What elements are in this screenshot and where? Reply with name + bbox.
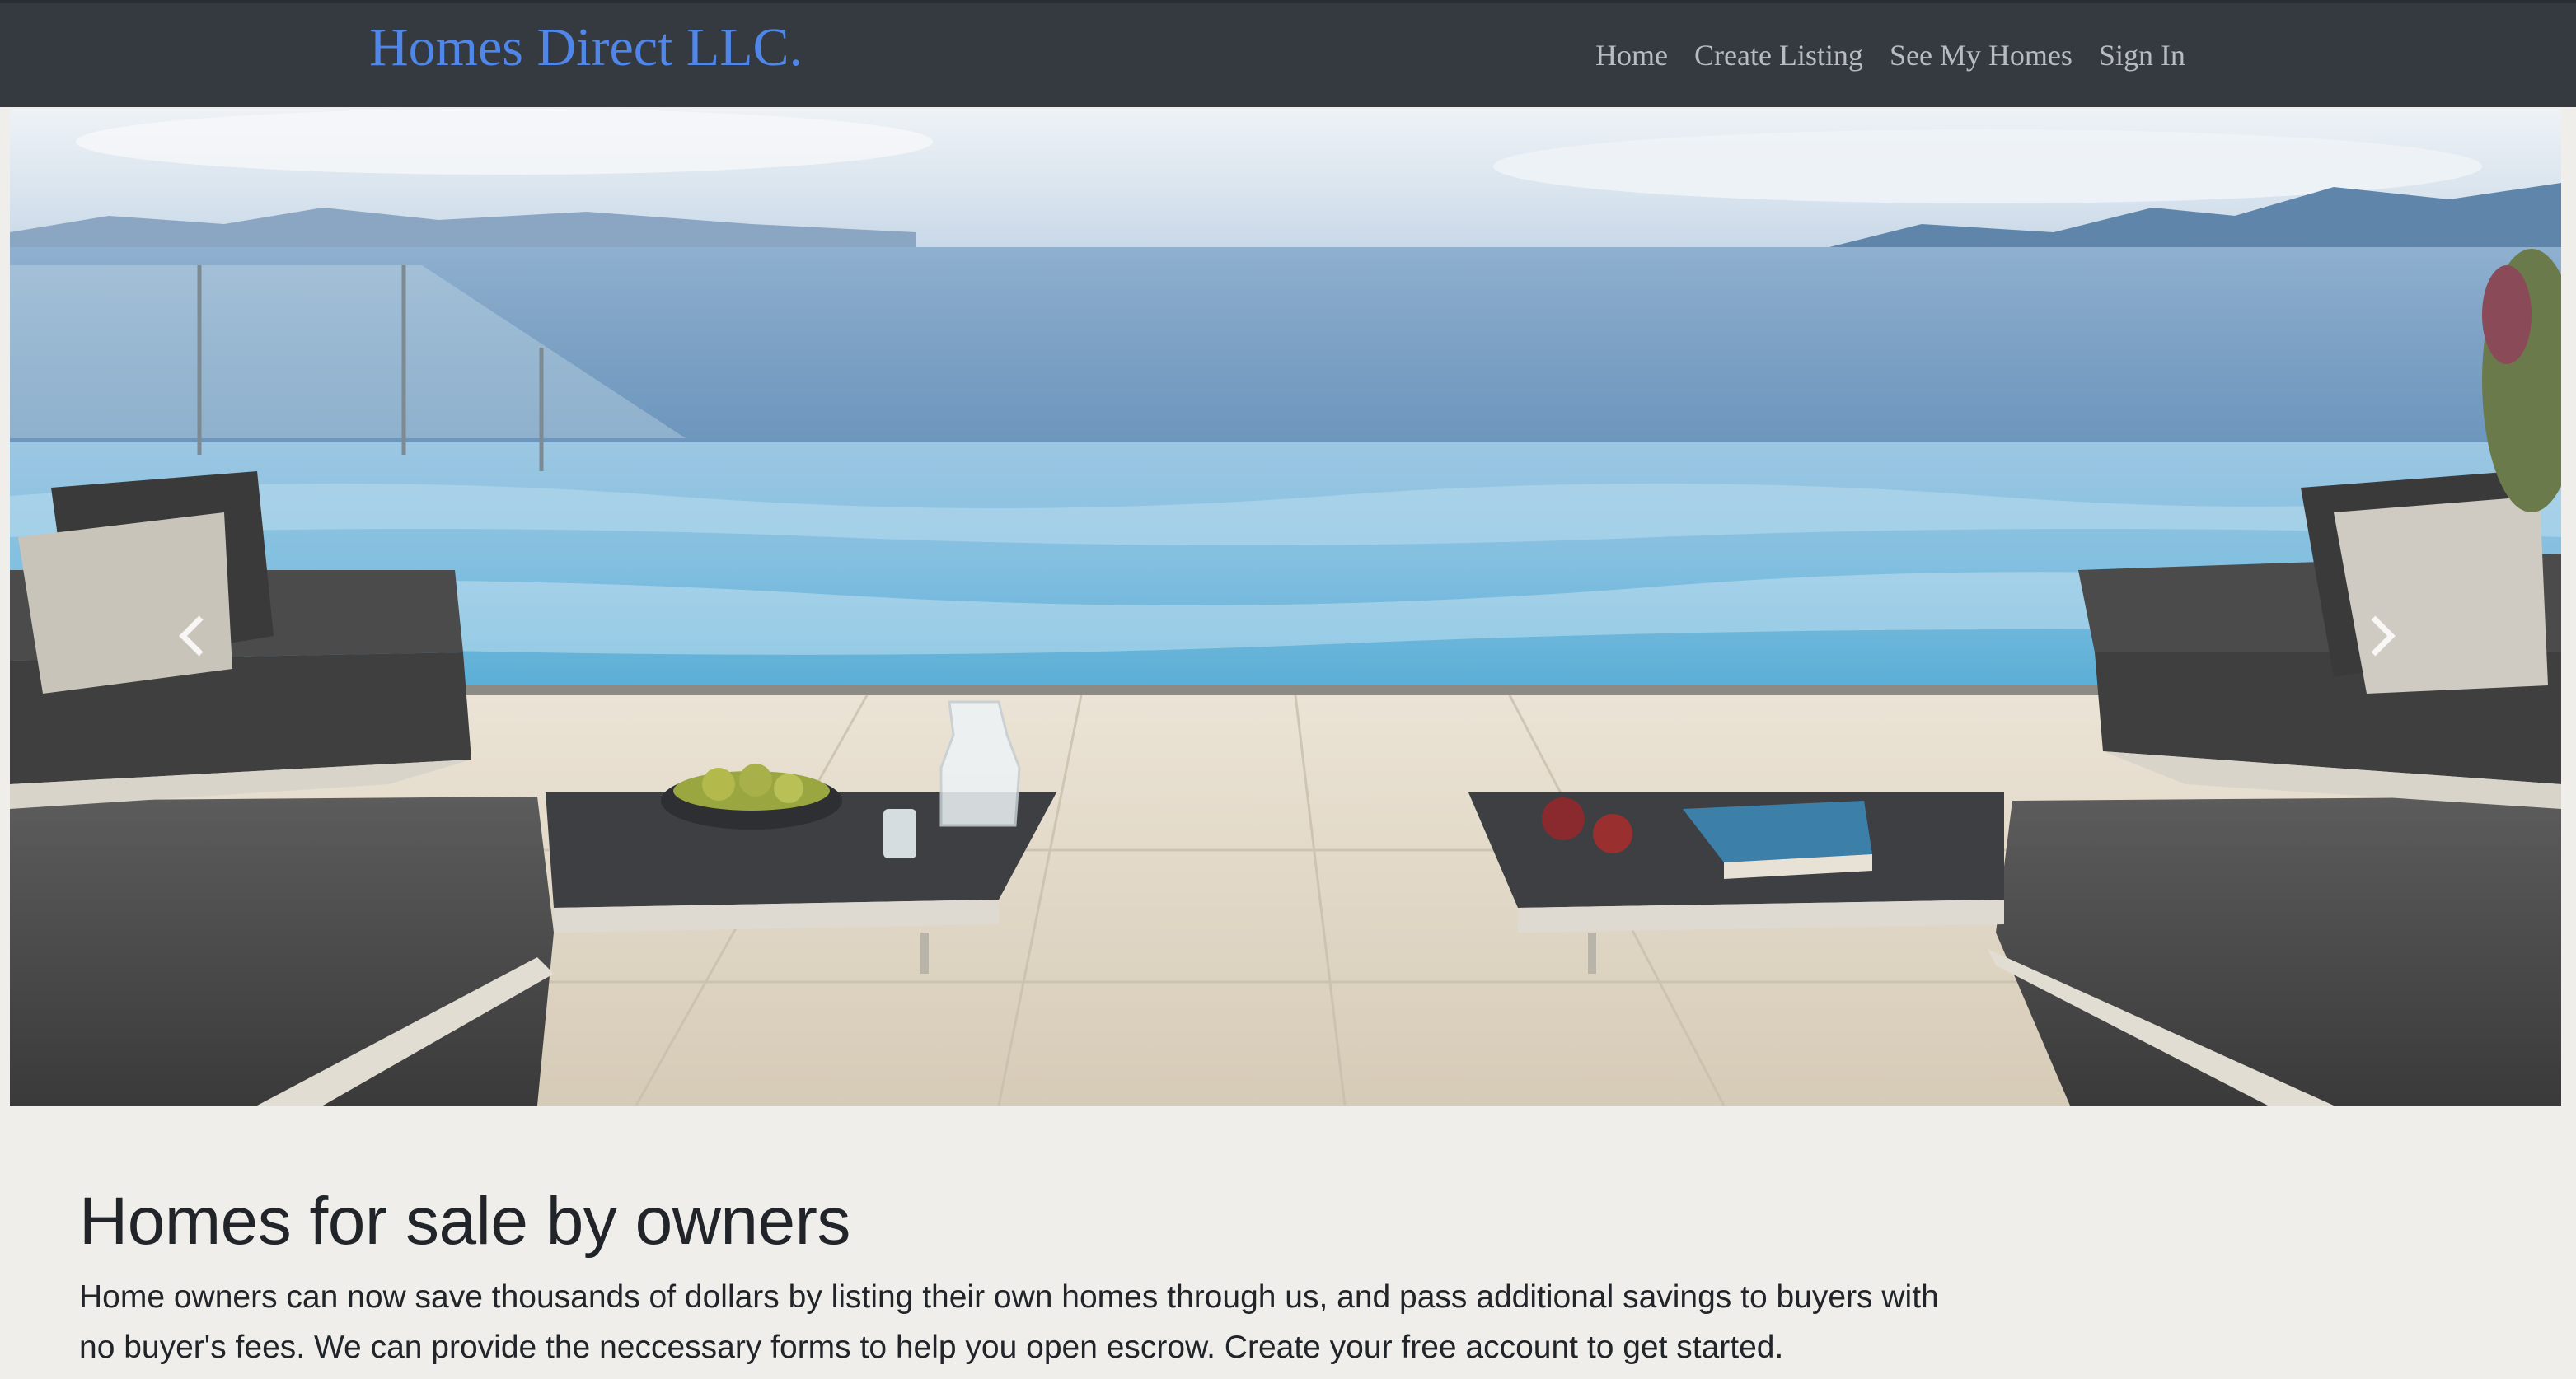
hero-carousel <box>10 109 2561 1106</box>
nav-see-my-homes-link[interactable]: See My Homes <box>1890 38 2073 72</box>
carousel-prev-control[interactable] <box>109 570 274 702</box>
chevron-left-icon <box>179 615 204 657</box>
intro-heading: Homes for sale by owners <box>79 1184 850 1259</box>
navbar: Homes Direct LLC. Home Create Listing Se… <box>0 0 2576 107</box>
carousel-next-control[interactable] <box>2301 570 2466 702</box>
brand-logo-link[interactable]: Homes Direct LLC. <box>369 16 803 79</box>
nav-home-link[interactable]: Home <box>1595 38 1668 72</box>
intro-section: Homes for sale by owners Home owners can… <box>79 1184 1974 1372</box>
intro-body: Home owners can now save thousands of do… <box>79 1279 1939 1366</box>
chevron-right-icon <box>2371 615 2396 657</box>
carousel-slide-image <box>10 109 2561 1106</box>
nav-links: Home Create Listing See My Homes Sign In <box>1595 38 2185 72</box>
nav-sign-in-link[interactable]: Sign In <box>2099 38 2185 72</box>
nav-create-listing-link[interactable]: Create Listing <box>1694 38 1863 72</box>
